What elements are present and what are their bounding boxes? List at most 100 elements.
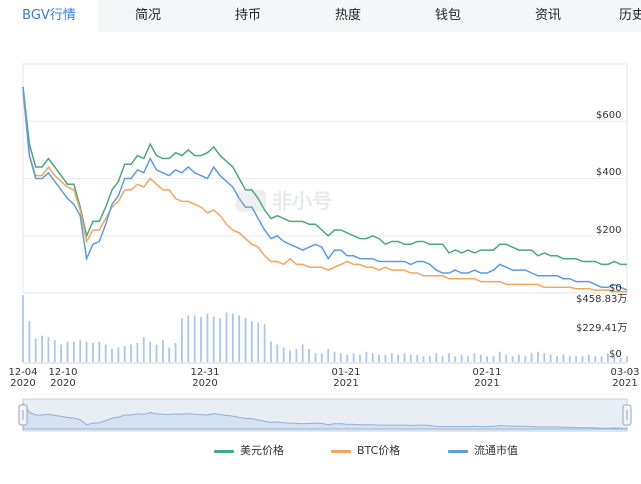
volume-bar	[187, 315, 190, 362]
volume-bar	[524, 356, 527, 362]
volume-bar	[79, 340, 82, 362]
legend-item-market-cap[interactable]: 流通市值	[448, 443, 518, 459]
x-tick-day: 12-10	[48, 367, 77, 378]
volume-tick-label: $458.83万	[576, 294, 627, 305]
volume-bar	[530, 353, 533, 362]
volume-bar	[212, 316, 215, 362]
volume-bar	[168, 347, 171, 362]
volume-bar	[73, 341, 75, 362]
volume-bar	[301, 344, 304, 362]
volume-bar	[594, 356, 597, 362]
volume-bar	[371, 353, 374, 362]
volume-bar	[518, 354, 520, 362]
x-tick-02-11: 02-11 2021	[472, 367, 501, 389]
volume-bar	[460, 354, 463, 362]
volume-bar	[34, 338, 37, 362]
volume-bar	[333, 351, 336, 362]
volume-bar	[346, 354, 349, 362]
volume-bar	[384, 354, 387, 362]
series-line-0	[22, 86, 627, 266]
volume-bar	[409, 354, 412, 362]
x-tick-12-31: 12-31 2020	[190, 367, 219, 389]
volume-bar	[66, 341, 69, 362]
x-tick-year: 2021	[612, 378, 637, 389]
tab-wallet[interactable]: 钱包	[410, 0, 486, 32]
tab-history[interactable]: 历史	[612, 0, 641, 32]
volume-bar	[162, 340, 164, 362]
volume-bar	[231, 313, 234, 362]
volume-bar	[53, 340, 56, 362]
tab-holdings[interactable]: 持币	[210, 0, 286, 32]
volume-bar	[600, 356, 603, 362]
volume-bar	[473, 353, 476, 362]
volume-bar	[403, 353, 406, 362]
volume-bar	[206, 313, 209, 362]
x-tick-day: 03-03	[610, 367, 639, 378]
volume-bar	[327, 348, 330, 362]
volume-bar	[85, 341, 88, 362]
volume-tick-label: $0	[609, 349, 622, 360]
volume-bar	[155, 344, 158, 362]
page: BGV行情 简况 持币 热度 钱包 资讯 历史 非小号 $600 $400 $2…	[0, 0, 641, 480]
volume-bar	[467, 356, 469, 362]
tab-news[interactable]: 资讯	[510, 0, 586, 32]
volume-bar	[549, 354, 552, 362]
volume-bar	[441, 356, 444, 362]
volume-bar	[588, 354, 590, 362]
volume-bar	[200, 316, 202, 362]
volume-bar	[575, 356, 577, 362]
volume-bar	[511, 356, 514, 362]
volume-bar	[562, 354, 565, 362]
volume-bar	[104, 344, 107, 362]
x-tick-03-03: 03-03 2021	[610, 367, 639, 389]
volume-bar	[390, 353, 393, 362]
volume-bar	[308, 348, 310, 362]
x-tick-day: 12-04	[8, 367, 37, 378]
watermark-logo-icon	[236, 190, 266, 212]
legend-swatch	[448, 449, 468, 453]
legend-label: 美元价格	[240, 444, 284, 457]
x-tick-day: 02-11	[472, 367, 501, 378]
volume-bar	[556, 356, 558, 362]
watermark-text: 非小号	[272, 189, 332, 213]
volume-bar	[22, 295, 24, 362]
y-tick-label: $600	[596, 110, 621, 121]
tab-overview[interactable]: 简况	[110, 0, 186, 32]
volume-bar	[543, 353, 546, 362]
volume-bar	[28, 321, 31, 362]
volume-bar	[238, 315, 241, 362]
volume-bar	[149, 341, 152, 362]
tab-bgv-market[interactable]: BGV行情	[0, 0, 98, 32]
volume-bar	[98, 341, 101, 362]
volume-bar	[320, 353, 323, 362]
legend-item-usd-price[interactable]: 美元价格	[214, 443, 284, 459]
legend-item-btc-price[interactable]: BTC价格	[331, 443, 400, 459]
volume-bar	[136, 343, 139, 362]
legend-label: 流通市值	[474, 444, 518, 457]
y-tick-label: $400	[596, 167, 621, 178]
volume-bar	[454, 356, 457, 362]
volume-bar	[181, 318, 183, 362]
x-tick-12-10: 12-10 2020	[48, 367, 77, 389]
volume-bar	[314, 353, 317, 362]
volume-bar	[193, 315, 196, 362]
x-tick-01-21: 01-21 2021	[331, 367, 360, 389]
volume-bar	[397, 354, 399, 362]
volume-bar	[295, 348, 298, 362]
volume-bar	[219, 318, 221, 362]
volume-bar	[130, 344, 132, 362]
volume-bar	[251, 321, 253, 362]
volume-bar	[416, 354, 419, 362]
range-navigator[interactable]	[18, 398, 632, 432]
x-tick-day: 01-21	[331, 367, 360, 378]
x-tick-day: 12-31	[190, 367, 219, 378]
volume-bar	[359, 354, 361, 362]
volume-tick-label: $229.41万	[576, 323, 627, 334]
x-tick-year: 2020	[10, 378, 35, 389]
volume-bar	[117, 347, 120, 362]
volume-bar	[174, 343, 177, 362]
volume-bar	[422, 356, 425, 362]
volume-bar	[448, 353, 450, 362]
tab-popularity[interactable]: 热度	[310, 0, 386, 32]
grid-lines	[23, 120, 627, 237]
